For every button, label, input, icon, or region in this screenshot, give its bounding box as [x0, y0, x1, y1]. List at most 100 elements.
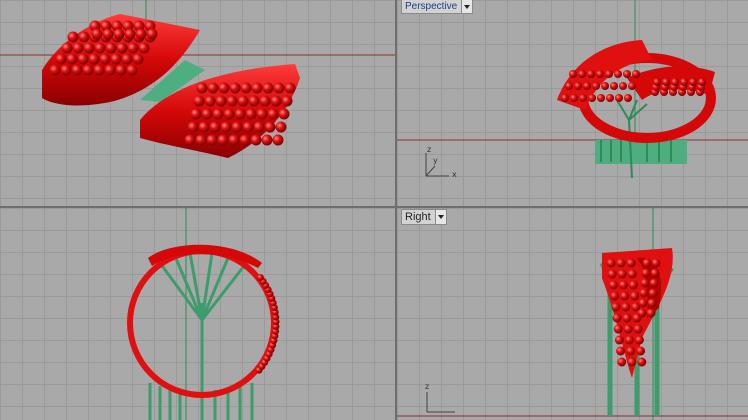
- gem-sphere: [613, 324, 623, 334]
- model-render-front: [127, 208, 280, 420]
- gem-sphere: [115, 64, 127, 76]
- gem-sphere: [245, 108, 257, 120]
- gem-sphere: [250, 134, 262, 146]
- gem-sphere: [610, 291, 620, 301]
- gem-sphere: [622, 313, 632, 323]
- gem-sphere: [49, 64, 61, 76]
- chevron-down-icon[interactable]: [434, 210, 446, 224]
- gem-sphere: [261, 134, 273, 146]
- gem-sphere: [132, 53, 144, 65]
- gem-sphere: [278, 108, 290, 120]
- gem-sphere: [616, 346, 626, 356]
- gem-sphere: [607, 269, 617, 279]
- gem-sphere: [66, 53, 78, 65]
- gem-sphere: [94, 42, 106, 54]
- axis-x-label: x: [452, 170, 457, 179]
- gem-sphere: [71, 64, 83, 76]
- gem-sphere: [248, 95, 260, 107]
- gem-sphere: [231, 121, 243, 133]
- gem-sphere: [618, 280, 628, 290]
- gem-sphere: [624, 335, 634, 345]
- viewport-right[interactable]: z Right: [397, 208, 748, 420]
- gem-sphere: [201, 108, 213, 120]
- gem-sphere: [264, 121, 276, 133]
- gem-sphere: [620, 291, 630, 301]
- viewport-perspective[interactable]: Perspective x y z: [397, 0, 748, 206]
- gem-sphere: [240, 82, 252, 94]
- gem-sphere: [190, 108, 202, 120]
- gem-sphere: [273, 82, 285, 94]
- gem-sphere: [110, 53, 122, 65]
- gem-sphere: [105, 42, 117, 54]
- gem-sphere: [275, 121, 287, 133]
- axis-y-label: y: [433, 156, 438, 165]
- gem-sphere: [121, 53, 133, 65]
- gem-sphere: [259, 95, 271, 107]
- gem-sphere: [78, 31, 90, 43]
- gem-sphere: [262, 82, 274, 94]
- gem-sphere: [228, 134, 240, 146]
- gem-sphere: [116, 42, 128, 54]
- gem-sphere: [223, 108, 235, 120]
- gem-sphere: [611, 302, 621, 312]
- gem-sphere: [88, 53, 100, 65]
- gem-sphere: [99, 53, 111, 65]
- gem-sphere: [77, 53, 89, 65]
- gem-sphere: [253, 121, 265, 133]
- viewport-label: Right: [405, 211, 431, 223]
- gem-sphere: [195, 134, 207, 146]
- gem-sphere: [61, 42, 73, 54]
- axis-widget-right: [426, 392, 455, 413]
- gem-sphere: [634, 335, 644, 345]
- gem-sphere: [234, 108, 246, 120]
- gem-sphere: [617, 357, 627, 367]
- viewport-top[interactable]: [0, 0, 395, 206]
- gem-sphere: [72, 42, 84, 54]
- gem-sphere: [217, 134, 229, 146]
- gem-sphere: [606, 258, 616, 268]
- gem-sphere: [281, 95, 293, 107]
- gem-sphere: [196, 82, 208, 94]
- viewport-front[interactable]: [0, 208, 395, 420]
- gem-sphere: [641, 268, 651, 278]
- gem-sphere: [102, 28, 114, 40]
- gem-sphere: [204, 95, 216, 107]
- gem-sphere: [637, 308, 647, 318]
- gem-sphere: [614, 335, 624, 345]
- gem-sphere: [650, 268, 660, 278]
- gem-sphere: [649, 278, 659, 288]
- gem-sphere: [284, 82, 296, 94]
- gem-sphere: [239, 134, 251, 146]
- gem-sphere: [651, 258, 661, 268]
- gem-sphere: [638, 298, 648, 308]
- gem-sphere: [138, 42, 150, 54]
- gem-sphere: [628, 280, 638, 290]
- gem-sphere: [621, 302, 631, 312]
- gem-sphere: [242, 121, 254, 133]
- gem-sphere: [209, 121, 221, 133]
- gem-sphere: [207, 82, 219, 94]
- gem-row-front: [255, 274, 280, 374]
- gem-sphere: [187, 121, 199, 133]
- gem-sphere: [127, 42, 139, 54]
- gem-sphere: [627, 269, 637, 279]
- gem-sphere: [642, 258, 652, 268]
- viewport-title-right[interactable]: Right: [401, 209, 447, 225]
- gem-sphere: [184, 134, 196, 146]
- gem-sphere: [648, 288, 658, 298]
- gem-sphere: [616, 258, 626, 268]
- gem-sphere: [237, 95, 249, 107]
- gem-sphere: [135, 28, 147, 40]
- gem-sphere: [82, 64, 94, 76]
- gem-sphere: [256, 274, 264, 282]
- gem-sphere: [640, 278, 650, 288]
- gem-sphere: [113, 28, 125, 40]
- gem-sphere: [272, 134, 284, 146]
- axis-z-label: z: [427, 145, 432, 154]
- gem-sphere: [630, 291, 640, 301]
- axis-widget-perspective: [425, 153, 449, 177]
- gem-sphere: [608, 280, 618, 290]
- gem-sphere: [220, 121, 232, 133]
- gem-sphere: [256, 108, 268, 120]
- gem-sphere: [218, 82, 230, 94]
